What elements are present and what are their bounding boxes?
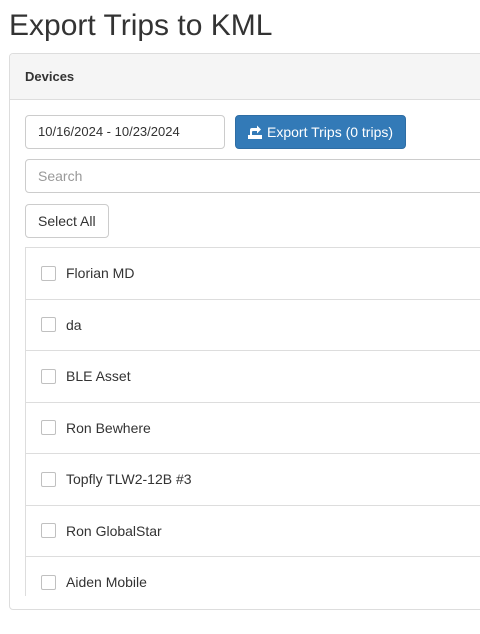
device-label: BLE Asset (66, 368, 131, 385)
device-checkbox[interactable] (41, 471, 56, 487)
export-trips-button[interactable]: Export Trips (0 trips) (235, 115, 407, 149)
device-label: Florian MD (66, 265, 135, 282)
panel-heading-title: Devices (25, 69, 75, 84)
device-label: Topfly TLW2-12B #3 (66, 471, 192, 488)
device-label: da (66, 316, 82, 333)
device-checkbox[interactable] (41, 523, 56, 539)
device-checkbox[interactable] (41, 420, 56, 436)
list-item[interactable]: da (26, 300, 480, 351)
list-item[interactable]: Florian MD (26, 248, 480, 300)
export-trips-label: Export Trips (0 trips) (267, 124, 394, 140)
devices-panel: Devices 10/16/2024 - 10/23/2024 Export T… (9, 53, 480, 610)
device-label: Ron GlobalStar (66, 522, 162, 539)
device-label: Aiden Mobile (66, 574, 147, 591)
device-checkbox[interactable] (41, 265, 56, 281)
device-list: Florian MD da BLE Asset Ron Bewhere Topf… (25, 247, 480, 596)
list-item[interactable]: Ron GlobalStar (26, 506, 480, 557)
date-range-picker[interactable]: 10/16/2024 - 10/23/2024 (25, 115, 225, 149)
select-all-button[interactable]: Select All (25, 204, 109, 238)
list-item[interactable]: Topfly TLW2-12B #3 (26, 454, 480, 506)
search-input[interactable] (25, 159, 480, 193)
list-item[interactable]: Aiden Mobile (26, 557, 480, 596)
panel-heading: Devices (10, 54, 480, 100)
device-checkbox[interactable] (41, 368, 56, 384)
device-checkbox[interactable] (41, 574, 56, 590)
device-checkbox[interactable] (41, 317, 56, 333)
list-item[interactable]: Ron Bewhere (26, 403, 480, 454)
page-title: Export Trips to KML (9, 9, 273, 42)
list-item[interactable]: BLE Asset (26, 351, 480, 403)
export-icon (248, 125, 262, 139)
device-label: Ron Bewhere (66, 419, 151, 436)
